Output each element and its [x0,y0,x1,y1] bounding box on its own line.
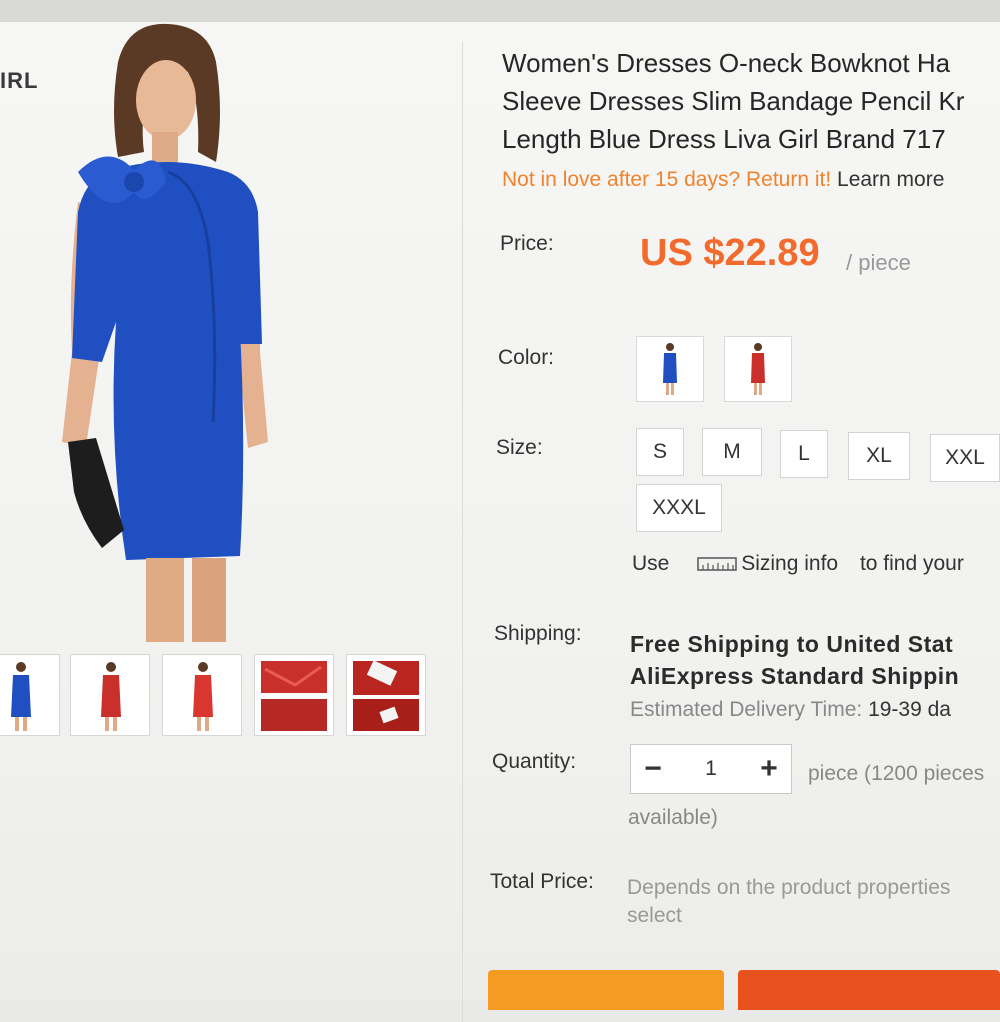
price-value: US $22.89 [640,232,820,274]
thumbnail-strip [0,654,440,744]
buy-now-button[interactable] [488,970,724,1010]
quantity-label: Quantity: [492,750,577,773]
quantity-available-line-2: available) [628,806,718,829]
size-option-xxl[interactable]: XXL [930,434,1000,482]
size-option-l[interactable]: L [780,430,828,478]
quantity-increase-button[interactable]: + [747,745,791,793]
shipping-line-1: Free Shipping to United Stat [630,631,954,657]
size-option-xl[interactable]: XL [848,432,910,480]
total-price-note: Depends on the product properties select [627,874,1000,930]
sizing-use-text: Use [632,552,670,575]
sizing-info-link[interactable]: Sizing info [741,552,838,575]
main-product-photo[interactable] [48,22,288,642]
shipping-method[interactable]: Free Shipping to United Stat AliExpress … [630,628,959,692]
thumbnail-red-tag-detail[interactable] [346,654,426,736]
size-option-xxxl[interactable]: XXXL [636,484,722,532]
store-brand-fragment: IRL [0,68,39,93]
size-option-s[interactable]: S [636,428,684,476]
color-option-red[interactable] [724,336,792,402]
total-price-label: Total Price: [490,870,594,893]
product-title-line-3: Length Blue Dress Liva Girl Brand 717 [502,124,946,154]
delivery-estimate-label: Estimated Delivery Time: [630,698,863,721]
price-label: Price: [500,232,554,255]
color-label: Color: [498,346,555,369]
quantity-stepper: − 1 + [630,744,792,794]
total-price-note-line-2: select [627,904,682,927]
total-price-note-line-1: Depends on the product properties [627,876,951,899]
sizing-find-text: to find your [859,552,964,575]
column-divider [462,42,463,1022]
product-title: Women's Dresses O-neck Bowknot Ha Sleeve… [502,44,1000,158]
thumbnail-blue-dress[interactable] [0,654,60,736]
thumbnail-red-dress-2[interactable] [162,654,242,736]
return-policy: Not in love after 15 days? Return it! Le… [502,168,944,192]
delivery-estimate: Estimated Delivery Time: 19-39 da [630,698,951,722]
sizing-info-row: Use Sizing info to find your [632,552,964,576]
monitor-bezel [0,0,1000,22]
quantity-input[interactable]: 1 [675,745,747,793]
thumbnail-red-dress-1[interactable] [70,654,150,736]
size-option-m[interactable]: M [702,428,762,476]
return-policy-text: Not in love after 15 days? Return it! [502,168,832,191]
shipping-line-2: AliExpress Standard Shippin [630,663,960,689]
add-to-cart-button[interactable] [738,970,1000,1010]
thumbnail-red-fabric-detail[interactable] [254,654,334,736]
ruler-icon [697,557,737,572]
price-unit: / piece [846,250,911,275]
learn-more-link[interactable]: Learn more [837,168,944,191]
quantity-available-line-1: piece (1200 pieces [808,762,985,785]
product-title-line-2: Sleeve Dresses Slim Bandage Pencil Kr [502,86,965,116]
product-title-line-1: Women's Dresses O-neck Bowknot Ha [502,48,951,78]
delivery-estimate-value: 19-39 da [868,698,951,721]
color-option-blue[interactable] [636,336,704,402]
size-label: Size: [496,436,543,459]
quantity-decrease-button[interactable]: − [631,745,675,793]
shipping-label: Shipping: [494,622,582,645]
